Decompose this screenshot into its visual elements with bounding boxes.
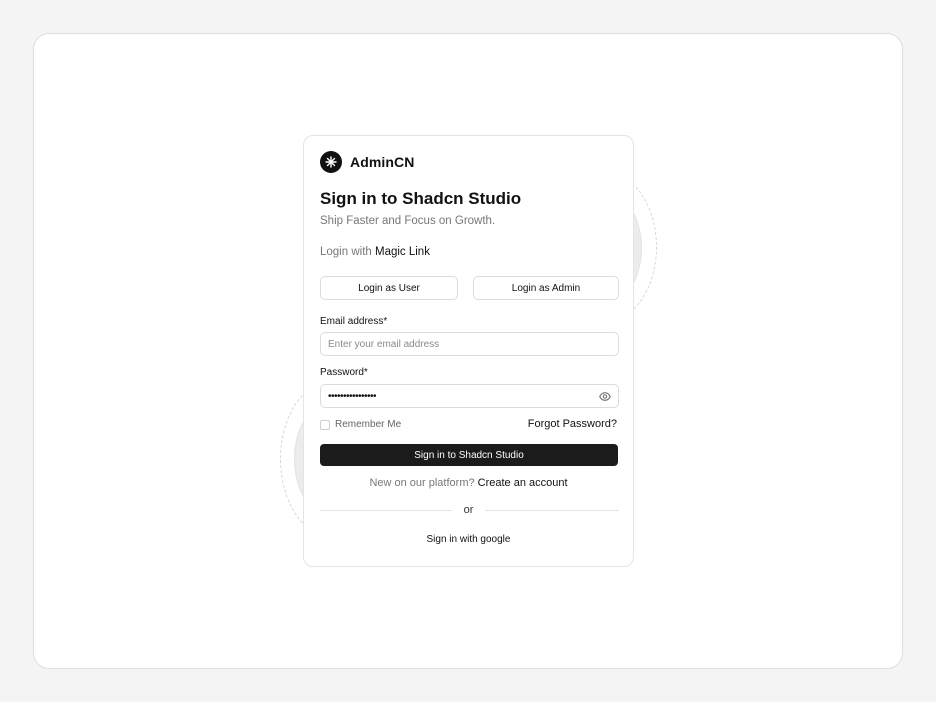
sign-in-button[interactable]: Sign in to Shadcn Studio: [320, 444, 618, 466]
magic-link[interactable]: Magic Link: [375, 246, 430, 258]
forgot-password-link[interactable]: Forgot Password?: [528, 418, 617, 430]
login-card: AdminCN Sign in to Shadcn Studio Ship Fa…: [303, 135, 634, 567]
remember-me-label: Remember Me: [335, 419, 402, 430]
login-as-admin-button[interactable]: Login as Admin: [473, 276, 619, 300]
email-field[interactable]: [320, 332, 619, 356]
magic-link-row: Login with Magic Link: [320, 246, 430, 258]
password-label: Password*: [320, 367, 368, 378]
remember-me: Remember Me: [320, 419, 401, 430]
remember-me-checkbox[interactable]: [320, 419, 330, 430]
login-as-user-button[interactable]: Login as User: [320, 276, 458, 300]
divider-right: [485, 510, 619, 511]
asterisk-icon: [320, 151, 342, 173]
magic-link-prefix: Login with: [320, 246, 375, 258]
signup-prefix: New on our platform?: [369, 477, 478, 489]
signup-row: New on our platform? Create an account: [304, 477, 633, 489]
create-account-link[interactable]: Create an account: [478, 477, 568, 489]
brand: AdminCN: [320, 151, 414, 173]
password-field[interactable]: [320, 384, 619, 408]
page-subtitle: Ship Faster and Focus on Growth.: [320, 215, 496, 227]
eye-icon[interactable]: [598, 390, 612, 402]
page-title: Sign in to Shadcn Studio: [320, 189, 522, 208]
brand-name: AdminCN: [350, 154, 415, 170]
sign-in-with-google-button[interactable]: Sign in with google: [304, 534, 633, 545]
email-label: Email address*: [320, 316, 388, 327]
